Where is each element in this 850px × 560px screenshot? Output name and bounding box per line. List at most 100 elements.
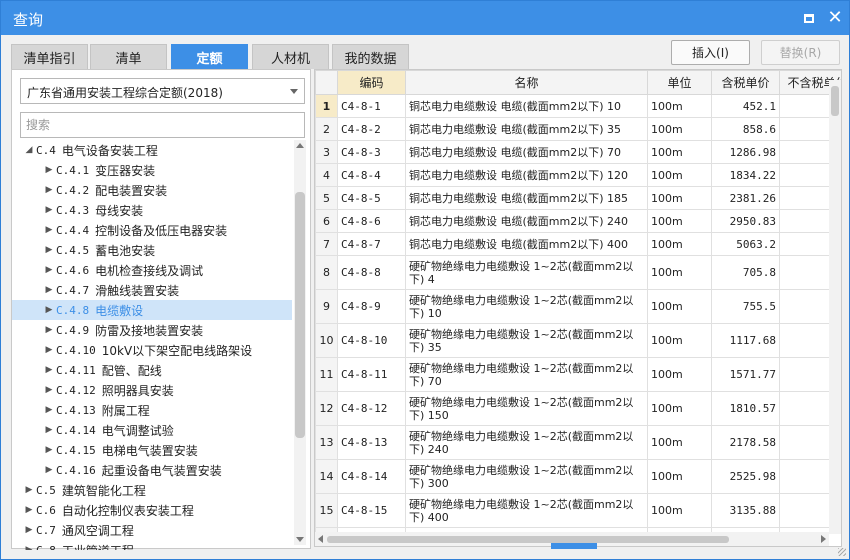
table-row[interactable]: 1C4-8-1铜芯电力电缆敷设 电缆(截面mm2以下) 10100m452.14… [315, 94, 841, 118]
row-number[interactable]: 11 [315, 357, 338, 392]
column-header-price-tax[interactable]: 含税单价 [711, 70, 780, 95]
expand-triangle-icon[interactable]: ▶ [42, 365, 56, 375]
expand-triangle-icon[interactable]: ▶ [42, 285, 56, 295]
scroll-right-icon[interactable] [821, 535, 826, 543]
cell-name[interactable]: 硬矿物绝缘电力电缆敷设 1~2芯(截面mm2以下) 300 [405, 459, 648, 494]
resize-grip-icon[interactable] [838, 548, 846, 556]
grid-vertical-scrollbar[interactable] [829, 80, 841, 534]
row-number[interactable]: 13 [315, 425, 338, 460]
table-row[interactable]: 14 C4-8-14 硬矿物绝缘电力电缆敷设 1~2芯(截面mm2以下) 300 10… [315, 459, 841, 494]
cell-unit[interactable]: 100m [647, 459, 712, 494]
table-row[interactable]: 13 C4-8-13 硬矿物绝缘电力电缆敷设 1~2芯(截面mm2以下) 240 10… [315, 425, 841, 460]
tree-item[interactable]: ▶ C.4.2 配电装置安装 [12, 180, 292, 200]
cell-unit[interactable]: 100m [647, 140, 712, 164]
expand-triangle-icon[interactable]: ▶ [42, 265, 56, 275]
expand-triangle-icon[interactable]: ▶ [22, 525, 36, 535]
tree-item[interactable]: ▶ C.7 通风空调工程 [12, 520, 292, 540]
tab-my-data[interactable]: 我的数据 [332, 44, 409, 69]
tree-scrollbar[interactable] [294, 140, 306, 545]
cell-code[interactable]: C4-8-5 [337, 186, 406, 210]
replace-button[interactable]: 替换(R) [761, 40, 840, 65]
row-number[interactable]: 15 [315, 493, 338, 528]
table-row[interactable]: 9 C4-8-9 硬矿物绝缘电力电缆敷设 1~2芯(截面mm2以下) 10 100m 7… [315, 289, 841, 324]
tab-list-guide[interactable]: 清单指引 [11, 44, 88, 69]
expand-triangle-icon[interactable]: ▶ [42, 425, 56, 435]
tree-item[interactable]: ◢ C.4 电气设备安装工程 [12, 140, 292, 160]
expand-triangle-icon[interactable]: ▶ [42, 205, 56, 215]
row-number[interactable]: 6 [315, 209, 338, 233]
grid-hscroll-thumb[interactable] [327, 536, 729, 543]
table-row[interactable]: 7 C4-8-7 铜芯电力电缆敷设 电缆(截面mm2以下) 400 100m 5063.… [315, 232, 841, 256]
cell-price-tax[interactable]: 2950.83 [711, 209, 780, 233]
cell-unit[interactable]: 100m [647, 186, 712, 210]
tree-item[interactable]: ▶ C.4.1 变压器安装 [12, 160, 292, 180]
tree-item[interactable]: ▶ C.4.14 电气调整试验 [12, 420, 292, 440]
panel-splitter-handle[interactable] [551, 543, 597, 549]
collapse-triangle-icon[interactable]: ◢ [22, 145, 36, 155]
cell-code[interactable]: C4-8-4 [337, 163, 406, 187]
tree-item[interactable]: ▶ C.4.15 电梯电气装置安装 [12, 440, 292, 460]
cell-unit[interactable]: 100m [647, 94, 712, 118]
cell-price-tax[interactable]: 858.6 [711, 117, 780, 141]
column-header-name[interactable]: 名称 [405, 70, 648, 95]
row-number[interactable]: 5 [315, 186, 338, 210]
tree-item[interactable]: ▶ C.4.16 起重设备电气装置安装 [12, 460, 292, 480]
cell-price-tax[interactable]: 705.8 [711, 255, 780, 290]
cell-unit[interactable]: 100m [647, 232, 712, 256]
table-row[interactable]: 10 C4-8-10 硬矿物绝缘电力电缆敷设 1~2芯(截面mm2以下) 35 100… [315, 323, 841, 358]
close-icon[interactable]: ✕ [827, 9, 843, 27]
cell-code[interactable]: C4-8-6 [337, 209, 406, 233]
row-number[interactable]: 10 [315, 323, 338, 358]
table-row[interactable]: 3 C4-8-3 铜芯电力电缆敷设 电缆(截面mm2以下) 70 100m 1286.9… [315, 140, 841, 164]
expand-triangle-icon[interactable]: ▶ [42, 385, 56, 395]
cell-name[interactable]: 铜芯电力电缆敷设 电缆(截面mm2以下) 120 [405, 163, 648, 187]
quota-library-select[interactable]: 广东省通用安装工程综合定额(2018) [20, 78, 305, 104]
row-number[interactable]: 9 [315, 289, 338, 324]
cell-price-tax[interactable]: 1810.57 [711, 391, 780, 426]
search-input[interactable] [20, 112, 305, 138]
row-number[interactable]: 8 [315, 255, 338, 290]
table-row[interactable]: 6 C4-8-6 铜芯电力电缆敷设 电缆(截面mm2以下) 240 100m 2950.… [315, 209, 841, 233]
cell-price-tax[interactable]: 755.5 [711, 289, 780, 324]
cell-code[interactable]: C4-8-3 [337, 140, 406, 164]
expand-triangle-icon[interactable]: ▶ [42, 445, 56, 455]
tree-item[interactable]: ▶ C.4.11 配管、配线 [12, 360, 292, 380]
cell-price-tax[interactable]: 2381.26 [711, 186, 780, 210]
cell-price-tax[interactable]: 1117.68 [711, 323, 780, 358]
column-header-unit[interactable]: 单位 [647, 70, 712, 95]
expand-triangle-icon[interactable]: ▶ [42, 245, 56, 255]
expand-triangle-icon[interactable]: ▶ [42, 225, 56, 235]
cell-unit[interactable]: 100m [647, 493, 712, 528]
cell-unit[interactable]: 100m [647, 323, 712, 358]
tree-item[interactable]: ▶ C.6 自动化控制仪表安装工程 [12, 500, 292, 520]
tree-item[interactable]: ▶ C.5 建筑智能化工程 [12, 480, 292, 500]
table-row[interactable]: 12 C4-8-12 硬矿物绝缘电力电缆敷设 1~2芯(截面mm2以下) 150 10… [315, 391, 841, 426]
expand-triangle-icon[interactable]: ▶ [42, 345, 56, 355]
cell-price-tax[interactable]: 2525.98 [711, 459, 780, 494]
cell-name[interactable]: 铜芯电力电缆敷设 电缆(截面mm2以下) 240 [405, 209, 648, 233]
tree-item[interactable]: ▶ C.4.9 防雷及接地装置安装 [12, 320, 292, 340]
cell-unit[interactable]: 100m [647, 117, 712, 141]
column-header-code[interactable]: 编码 [337, 70, 406, 95]
cell-code[interactable]: C4-8-1 [337, 94, 406, 118]
cell-name[interactable]: 硬矿物绝缘电力电缆敷设 1~2芯(截面mm2以下) 35 [405, 323, 648, 358]
tree-item[interactable]: ▶ C.4.4 控制设备及低压电器安装 [12, 220, 292, 240]
tree-item[interactable]: ▶ C.4.13 附属工程 [12, 400, 292, 420]
cell-unit[interactable]: 100m [647, 209, 712, 233]
tree-item[interactable]: ▶C.8 工业管道工程 [12, 540, 292, 551]
row-number[interactable]: 3 [315, 140, 338, 164]
row-number[interactable]: 12 [315, 391, 338, 426]
insert-button[interactable]: 插入(I) [671, 40, 750, 65]
cell-code[interactable]: C4-8-10 [337, 323, 406, 358]
cell-code[interactable]: C4-8-11 [337, 357, 406, 392]
expand-triangle-icon[interactable]: ▶ [42, 405, 56, 415]
cell-price-tax[interactable]: 1286.98 [711, 140, 780, 164]
row-number[interactable]: 1 [315, 94, 338, 118]
cell-name[interactable]: 铜芯电力电缆敷设 电缆(截面mm2以下) 70 [405, 140, 648, 164]
cell-name[interactable]: 硬矿物绝缘电力电缆敷设 1~2芯(截面mm2以下) 10 [405, 289, 648, 324]
cell-price-tax[interactable]: 3135.88 [711, 493, 780, 528]
cell-price-tax[interactable]: 2178.58 [711, 425, 780, 460]
cell-unit[interactable]: 100m [647, 255, 712, 290]
row-number[interactable]: 2 [315, 117, 338, 141]
cell-code[interactable]: C4-8-2 [337, 117, 406, 141]
